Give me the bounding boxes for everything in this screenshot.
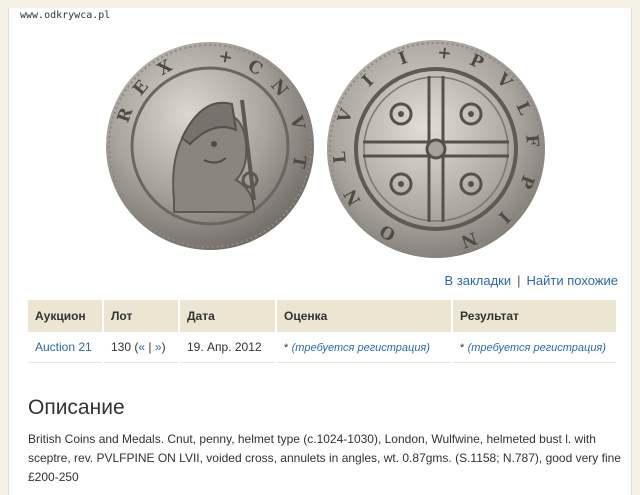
lot-number: 130 [111, 340, 132, 354]
auction-table: Аукцион Лот Дата Оценка Результат Auctio… [28, 300, 618, 363]
column-header-date: Дата [179, 300, 277, 332]
description-text: British Coins and Medals. Cnut, penny, h… [28, 432, 621, 484]
prev-lot-link[interactable]: « [138, 340, 145, 354]
cell-estimate: * (требуется регистрация) [276, 332, 453, 363]
estimate-registration-link[interactable]: (требуется регистрация) [292, 342, 430, 354]
estimate-asterisk: * [284, 342, 289, 354]
svg-text:F: F [521, 134, 542, 148]
result-registration-link[interactable]: (требуется регистрация) [468, 342, 606, 354]
cell-result: * (требуется регистрация) [452, 332, 618, 363]
result-asterisk: * [460, 342, 465, 354]
cell-auction: Auction 21 [28, 332, 104, 363]
description-heading: Описание [28, 396, 125, 419]
coin-reverse-image: + P V L F P I N O N L V I I [327, 40, 545, 258]
column-header-result: Результат [452, 300, 618, 332]
svg-text:+: + [436, 43, 452, 64]
watermark: www.odkrywca.pl [20, 10, 111, 21]
bookmark-link[interactable]: В закладки [444, 273, 511, 288]
column-header-auction: Аукцион [28, 300, 104, 332]
column-header-lot: Лот [103, 300, 180, 332]
table-header-row: Аукцион Лот Дата Оценка Результат [28, 300, 618, 332]
coin-obverse-image: . + C N V T R E X [106, 42, 314, 250]
auction-link[interactable]: Auction 21 [35, 340, 92, 354]
cell-lot: 130 (« | ») [103, 332, 180, 363]
table-row: Auction 21 130 (« | ») 19. Апр. 2012 * (… [28, 332, 618, 363]
next-lot-link[interactable]: » [155, 340, 162, 354]
link-separator: | [517, 273, 521, 288]
svg-text:L: L [330, 150, 351, 164]
find-similar-link[interactable]: Найти похожие [527, 273, 618, 288]
column-header-estimate: Оценка [276, 300, 453, 332]
cell-date: 19. Апр. 2012 [179, 332, 277, 363]
lot-nav-separator: | [148, 340, 152, 354]
action-links: В закладки | Найти похожие [444, 273, 618, 288]
